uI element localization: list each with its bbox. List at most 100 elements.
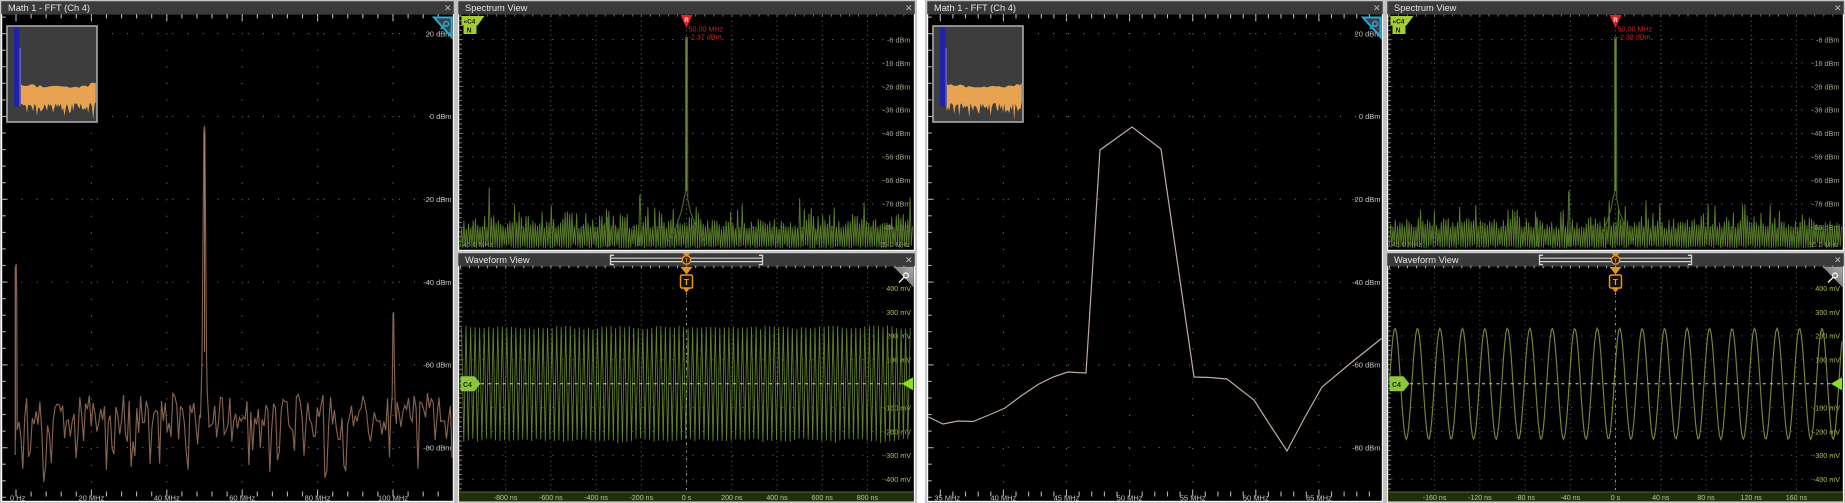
svg-text:45.0 MHz: 45.0 MHz [1392, 242, 1422, 249]
svg-text:R: R [1613, 18, 1618, 24]
svg-text:Spectrum View: Spectrum View [1394, 3, 1457, 13]
svg-text:300 mV: 300 mV [1815, 308, 1840, 317]
svg-text:-80 ns: -80 ns [1515, 494, 1535, 502]
svg-text:«C4: «C4 [1393, 19, 1405, 26]
svg-text:55 MHz: 55 MHz [1180, 494, 1206, 503]
svg-text:Waveform View: Waveform View [1394, 255, 1459, 265]
svg-text:55.0 MHz: 55.0 MHz [1809, 242, 1839, 249]
svg-text:C4: C4 [463, 382, 472, 389]
svg-text:C4: C4 [1392, 382, 1401, 389]
svg-text:-800 ns: -800 ns [494, 494, 518, 502]
svg-text:50 MHz: 50 MHz [1117, 494, 1143, 503]
svg-text:0 s: 0 s [1611, 494, 1621, 502]
svg-text:-36 dBm: -36 dBm [883, 106, 911, 115]
svg-text:-200 mV: -200 mV [884, 427, 911, 436]
svg-text:-300 mV: -300 mV [884, 451, 911, 460]
svg-text:20 MHz: 20 MHz [78, 494, 104, 503]
svg-text:-56 dBm: -56 dBm [883, 153, 911, 162]
svg-text:-400 mV: -400 mV [1813, 475, 1840, 484]
svg-text:-300 mV: -300 mV [1813, 451, 1840, 460]
svg-text:-60 dBm: -60 dBm [1352, 361, 1380, 370]
svg-text:-80 dBm: -80 dBm [1352, 443, 1380, 452]
svg-text:-6 dBm: -6 dBm [887, 35, 911, 44]
svg-text:-66 dBm: -66 dBm [1812, 176, 1840, 185]
svg-text:200 ns: 200 ns [721, 494, 743, 502]
svg-text:400 mV: 400 mV [886, 284, 911, 293]
svg-text:-2.38 dBm: -2.38 dBm [1618, 33, 1651, 42]
svg-text:40 ns: 40 ns [1652, 494, 1670, 502]
svg-text:-80 dBm: -80 dBm [423, 443, 451, 452]
svg-text:400 ns: 400 ns [766, 494, 788, 502]
svg-text:400 mV: 400 mV [1815, 284, 1840, 293]
svg-text:✕: ✕ [1834, 3, 1842, 13]
svg-text:-66 dBm: -66 dBm [883, 176, 911, 185]
svg-text:0 Hz: 0 Hz [10, 494, 26, 503]
svg-text:-76 dBm: -76 dBm [883, 200, 911, 209]
svg-text:100 mV: 100 mV [886, 356, 911, 365]
svg-text:80 MHz: 80 MHz [305, 494, 331, 503]
svg-text:N: N [467, 28, 472, 35]
svg-text:Spectrum View: Spectrum View [465, 3, 528, 13]
svg-text:✕: ✕ [1834, 255, 1842, 265]
svg-text:✕: ✕ [444, 3, 452, 13]
svg-text:-400 mV: -400 mV [884, 475, 911, 484]
svg-text:300 mV: 300 mV [886, 308, 911, 317]
svg-text:65 MHz: 65 MHz [1306, 494, 1332, 503]
svg-text:-46 dBm: -46 dBm [883, 129, 911, 138]
svg-text:«C4: «C4 [464, 19, 476, 26]
svg-text:Waveform View: Waveform View [465, 255, 530, 265]
svg-text:80 ns: 80 ns [1697, 494, 1715, 502]
svg-text:-400 ns: -400 ns [584, 494, 608, 502]
svg-text:-56 dBm: -56 dBm [1812, 153, 1840, 162]
svg-text:-2.37 dBm: -2.37 dBm [689, 33, 722, 42]
svg-text:-40 ns: -40 ns [1560, 494, 1580, 502]
svg-text:60 MHz: 60 MHz [1243, 494, 1269, 503]
svg-text:-26 dBm: -26 dBm [883, 82, 911, 91]
svg-text:-120 ns: -120 ns [1468, 494, 1492, 502]
svg-text:-40 dBm: -40 dBm [423, 278, 451, 287]
svg-text:55.0 MHz: 55.0 MHz [880, 242, 910, 249]
svg-text:-46 dBm: -46 dBm [1812, 129, 1840, 138]
svg-text:200 mV: 200 mV [886, 332, 911, 341]
svg-text:-36 dBm: -36 dBm [1812, 106, 1840, 115]
svg-text:T: T [684, 277, 690, 287]
svg-text:800 ns: 800 ns [857, 494, 879, 502]
svg-text:-26 dBm: -26 dBm [1812, 82, 1840, 91]
svg-text:-600 ns: -600 ns [539, 494, 563, 502]
svg-text:✕: ✕ [1373, 3, 1381, 13]
svg-text:0 s: 0 s [682, 494, 692, 502]
svg-text:-16 dBm: -16 dBm [1812, 59, 1840, 68]
svg-text:-6 dBm: -6 dBm [1816, 35, 1840, 44]
svg-text:R: R [684, 18, 689, 24]
svg-text:Math 1 - FFT (Ch 4): Math 1 - FFT (Ch 4) [8, 3, 90, 13]
svg-text:✕: ✕ [905, 255, 913, 265]
svg-text:120 ns: 120 ns [1741, 494, 1763, 502]
svg-text:40 MHz: 40 MHz [990, 494, 1016, 503]
svg-text:-20 dBm: -20 dBm [423, 195, 451, 204]
svg-text:-20 dBm: -20 dBm [1352, 195, 1380, 204]
svg-text:-40 dBm: -40 dBm [1352, 278, 1380, 287]
svg-text:-160 ns: -160 ns [1423, 494, 1447, 502]
svg-text:-76 dBm: -76 dBm [1812, 200, 1840, 209]
svg-text:200 mV: 200 mV [1815, 332, 1840, 341]
svg-text:100 mV: 100 mV [1815, 356, 1840, 365]
svg-text:-200 mV: -200 mV [1813, 427, 1840, 436]
svg-text:Math 1 - FFT (Ch 4): Math 1 - FFT (Ch 4) [934, 3, 1016, 13]
svg-text:60 MHz: 60 MHz [229, 494, 255, 503]
svg-text:0 dBm: 0 dBm [430, 112, 452, 121]
svg-text:-60 dBm: -60 dBm [423, 361, 451, 370]
svg-text:45.0 MHz: 45.0 MHz [463, 242, 493, 249]
svg-text:-16 dBm: -16 dBm [883, 59, 911, 68]
svg-text:600 ns: 600 ns [812, 494, 834, 502]
svg-text:40 MHz: 40 MHz [154, 494, 180, 503]
svg-text:0 dBm: 0 dBm [1359, 112, 1381, 121]
svg-text:N: N [1396, 28, 1401, 35]
svg-text:-200 ns: -200 ns [629, 494, 653, 502]
svg-text:45 MHz: 45 MHz [1054, 494, 1080, 503]
svg-text:-100 mV: -100 mV [1813, 403, 1840, 412]
svg-text:35 MHz: 35 MHz [934, 494, 960, 503]
svg-text:160 ns: 160 ns [1786, 494, 1808, 502]
svg-text:100 MHz: 100 MHz [378, 494, 408, 503]
svg-text:✕: ✕ [905, 3, 913, 13]
svg-text:T: T [1613, 277, 1619, 287]
